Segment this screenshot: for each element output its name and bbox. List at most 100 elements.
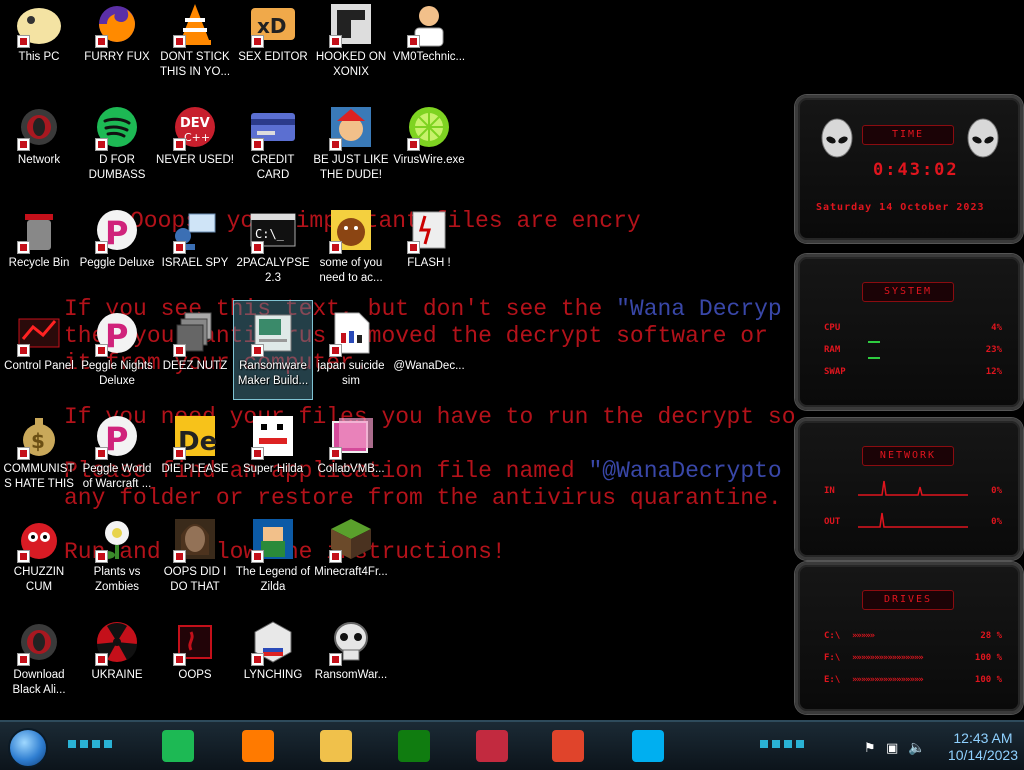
desktop-icon[interactable]: $ COMMUNISTS HATE THIS G... bbox=[0, 404, 78, 502]
alien-icon bbox=[15, 103, 63, 151]
desktop-icon-label: 2PACALYPSE 2.3 bbox=[236, 257, 310, 284]
desktop-icon[interactable]: P Peggle Deluxe bbox=[78, 198, 156, 296]
desktop-icon[interactable]: @WanaDec... bbox=[390, 301, 468, 399]
desktop-icon[interactable]: japan suicide sim bbox=[312, 301, 390, 399]
desktop-icon[interactable]: D FOR DUMBASS bbox=[78, 95, 156, 193]
firefox-taskbar-icon[interactable] bbox=[242, 730, 274, 762]
flag-icon[interactable]: ⚑ bbox=[864, 740, 876, 756]
chuzzle-icon bbox=[15, 515, 63, 563]
drives-widget: DRIVES C:\»»»»» 28 % F:\»»»»»»»»»»»»»»»» 1… bbox=[795, 562, 1023, 714]
skype-taskbar-icon[interactable] bbox=[632, 730, 664, 762]
desktop-icon-label: Network bbox=[17, 154, 61, 166]
desktop-icon[interactable]: FURRY FUX bbox=[78, 0, 156, 90]
desktop-icon[interactable]: HOOKED ON XONIX bbox=[312, 0, 390, 90]
desktop-icon[interactable]: DONT STICK THIS IN YO... bbox=[156, 0, 234, 90]
desktop-icon-label: Peggle Nights Deluxe bbox=[81, 360, 153, 387]
desktop-icon[interactable]: VirusWire.exe bbox=[390, 95, 468, 193]
desktop-icon[interactable]: Recycle Bin bbox=[0, 198, 78, 296]
desktop-icon[interactable]: Minecraft4Fr... bbox=[312, 507, 390, 605]
desktop-icon[interactable]: Download Black Ali... bbox=[0, 610, 78, 708]
cmd-icon: C:\_ bbox=[249, 206, 297, 254]
de-icon: De bbox=[171, 412, 219, 460]
taskbar-clock[interactable]: 12:43 AM 10/14/2023 bbox=[948, 730, 1018, 764]
desktop-icon[interactable]: C:\_ 2PACALYPSE 2.3 bbox=[234, 198, 312, 296]
desktop-icon[interactable]: Plants vs Zombies bbox=[78, 507, 156, 605]
screen-taskbar-icon[interactable] bbox=[476, 730, 508, 762]
desktop-icon-label: CollabVMB... bbox=[317, 463, 385, 475]
desktop-icon[interactable]: CREDIT CARD CHECKER bbox=[234, 95, 312, 193]
none-icon bbox=[405, 309, 453, 357]
widget-title: SYSTEM bbox=[862, 282, 954, 302]
zelda-icon bbox=[249, 515, 297, 563]
desktop-icon-label: DIE PLEASE bbox=[161, 463, 229, 475]
desktop-icon[interactable]: some of you need to ac... bbox=[312, 198, 390, 296]
flash-icon bbox=[405, 206, 453, 254]
desktop-icon[interactable]: Super Hilda bbox=[234, 404, 312, 502]
desktop-icon[interactable]: Control Panel bbox=[0, 301, 78, 399]
desktop-icon[interactable]: CollabVMB... bbox=[312, 404, 390, 502]
radiation-icon bbox=[93, 618, 141, 666]
desktop-icon[interactable]: P Peggle World of Warcraft ... bbox=[78, 404, 156, 502]
hxd-icon: xD bbox=[249, 0, 297, 48]
desktop-icon-label: VirusWire.exe bbox=[393, 154, 465, 166]
alien-head-icon bbox=[821, 118, 853, 158]
desktop-icon[interactable]: xD SEX EDITOR bbox=[234, 0, 312, 90]
network-icon[interactable]: ▣ bbox=[886, 740, 898, 756]
desktop-icon[interactable]: OOPS bbox=[156, 610, 234, 708]
desktop-icon[interactable]: ISRAEL SPY bbox=[156, 198, 234, 296]
lady-icon bbox=[171, 515, 219, 563]
volume-icon[interactable]: 🔈 bbox=[908, 739, 925, 756]
start-button[interactable] bbox=[8, 728, 48, 768]
system-tray: ⚑ ▣ 🔈 12:43 AM 10/14/2023 bbox=[834, 722, 1024, 770]
desktop-icon-label: LYNCHING bbox=[243, 669, 303, 681]
desktop-icon[interactable]: This PC bbox=[0, 0, 78, 90]
stack-icon bbox=[171, 309, 219, 357]
pvz-icon bbox=[93, 515, 141, 563]
desktop-icon[interactable]: De DIE PLEASE bbox=[156, 404, 234, 502]
collab-icon bbox=[327, 412, 375, 460]
desktop-icon[interactable]: The Legend of Zilda bbox=[234, 507, 312, 605]
taskbar-decoration bbox=[68, 740, 116, 748]
doctor-icon bbox=[405, 0, 453, 48]
taskbar-time: 12:43 AM bbox=[953, 730, 1013, 746]
spotify-taskbar-icon[interactable] bbox=[162, 730, 194, 762]
svg-text:P: P bbox=[105, 214, 128, 252]
panel-icon bbox=[15, 309, 63, 357]
desktop-icon[interactable]: CHUZZIN CUM bbox=[0, 507, 78, 605]
desktop-icon[interactable]: BE JUST LIKE THE DUDE! bbox=[312, 95, 390, 193]
desktop-icon[interactable]: P Peggle Nights Deluxe bbox=[78, 301, 156, 399]
desktop-icon[interactable]: FLASH ! bbox=[390, 198, 468, 296]
explorer-taskbar-icon[interactable] bbox=[320, 730, 352, 762]
firefox-icon bbox=[93, 0, 141, 48]
desktop-icon-label: Download Black Ali... bbox=[12, 669, 66, 696]
svg-text:P: P bbox=[105, 317, 128, 355]
desktop-icon[interactable]: LYNCHING bbox=[234, 610, 312, 708]
minecraft-icon bbox=[327, 515, 375, 563]
desktop-icon[interactable]: UKRAINE bbox=[78, 610, 156, 708]
desktop-icon-label: UKRAINE bbox=[91, 669, 143, 681]
desktop-icon[interactable]: OOPS DID I DO THAT bbox=[156, 507, 234, 605]
hilda-icon bbox=[249, 412, 297, 460]
desktop-icon-label: NEVER USED! bbox=[156, 154, 234, 166]
beaver-icon bbox=[327, 206, 375, 254]
desktop-icon[interactable]: Ransomware Maker Build... bbox=[233, 300, 313, 400]
desktop-icon[interactable]: VM0Technic... bbox=[390, 0, 468, 90]
doc-icon bbox=[327, 309, 375, 357]
desktop-icon-label: Minecraft4Fr... bbox=[314, 566, 388, 578]
system-row-ram: RAM 23% bbox=[824, 345, 1002, 355]
desktop-icon-label: RansomWar... bbox=[314, 669, 388, 681]
desktop-icon[interactable]: DEEZ NUTZ bbox=[156, 301, 234, 399]
headphones-taskbar-icon[interactable] bbox=[552, 730, 584, 762]
desktop-icon[interactable]: RansomWar... bbox=[312, 610, 390, 708]
svg-text:$: $ bbox=[31, 429, 45, 453]
desktop-icon-label: @WanaDec... bbox=[393, 360, 465, 372]
builder-icon bbox=[249, 309, 297, 357]
desktop-icon-label: SEX EDITOR bbox=[238, 51, 308, 63]
drive-row-f: F:\»»»»»»»»»»»»»»»» 100 % bbox=[824, 653, 1002, 663]
desktop-icon-label: CHUZZIN CUM bbox=[13, 566, 65, 593]
xbox-taskbar-icon[interactable] bbox=[398, 730, 430, 762]
desktop-icon-label: BE JUST LIKE THE DUDE! bbox=[313, 154, 389, 181]
desktop-icon[interactable]: Network bbox=[0, 95, 78, 193]
desktop-icon-label: Peggle Deluxe bbox=[79, 257, 155, 269]
desktop-icon[interactable]: DEV C++ NEVER USED! bbox=[156, 95, 234, 193]
